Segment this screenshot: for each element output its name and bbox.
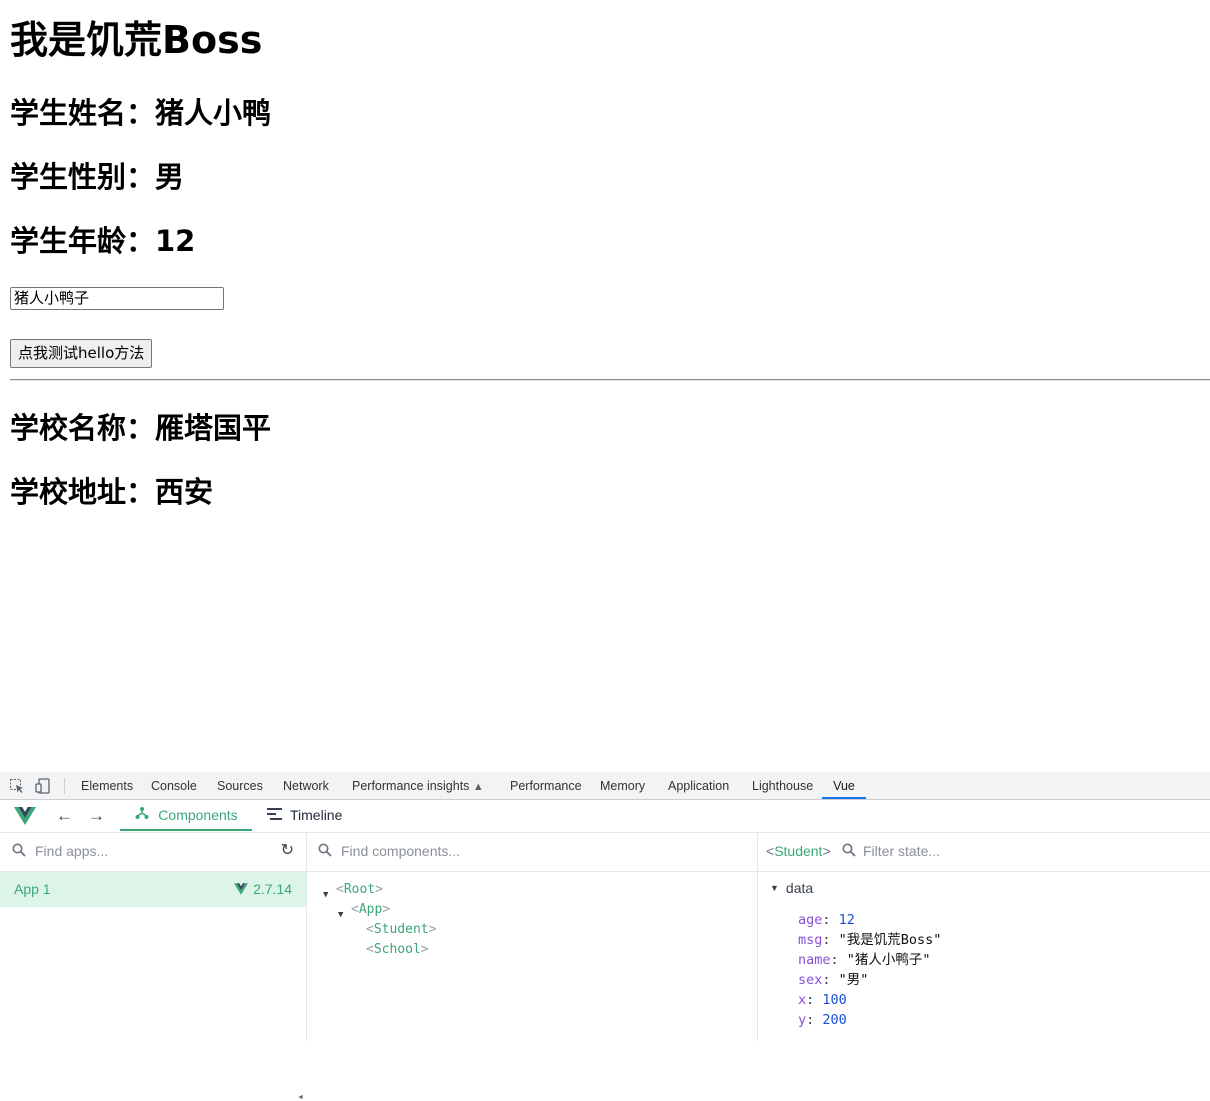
vue-toolbar: ← → Components Timeline: [0, 800, 1210, 833]
inspector-header: <Student> Filter state...: [758, 832, 1210, 872]
selected-component: <Student>: [766, 843, 831, 859]
components-search-row: Find components...: [307, 832, 757, 872]
devtools-panel: Elements Console Sources Network Perform…: [0, 772, 1210, 1101]
flask-icon: ▲: [472, 781, 484, 793]
filter-state-input[interactable]: Filter state...: [863, 842, 940, 860]
tree-node-app[interactable]: <App>: [351, 900, 390, 920]
components-search-input[interactable]: Find components...: [341, 842, 460, 860]
timeline-icon: [266, 800, 282, 831]
refresh-icon[interactable]: ↻: [281, 842, 294, 860]
selected-component-label: Student: [774, 843, 823, 859]
state-row[interactable]: y: 200: [798, 1010, 847, 1030]
tab-elements[interactable]: Elements: [81, 772, 133, 799]
tab-performance-insights-label: Performance insights: [352, 779, 470, 793]
search-icon: [318, 843, 332, 857]
apps-pane: Find apps... ↻ App 1 2.7.14 ◄: [0, 832, 307, 1101]
data-section-label: data: [785, 880, 814, 896]
student-name: 学生姓名：猪人小鸭: [10, 96, 272, 130]
student-sex: 学生性别：男: [10, 160, 185, 194]
collapse-caret-icon: ▼: [770, 883, 779, 893]
back-arrow-icon[interactable]: ←: [56, 806, 73, 826]
tab-timeline[interactable]: Timeline: [266, 800, 342, 831]
tree-node-label: App: [358, 902, 383, 917]
tab-performance[interactable]: Performance: [510, 772, 582, 799]
inspect-element-icon[interactable]: [9, 778, 25, 794]
tree-node-student[interactable]: <Student>: [366, 920, 436, 940]
state-row[interactable]: age: 12: [798, 910, 855, 930]
name-input[interactable]: [10, 287, 224, 310]
app-version-label: 2.7.14: [253, 881, 292, 897]
divider: [10, 379, 1210, 381]
tree-node-label: School: [373, 942, 421, 957]
tab-vue[interactable]: Vue: [822, 772, 866, 799]
expand-caret-icon[interactable]: ▼: [323, 885, 328, 905]
components-pane: Find components... ▼ <Root> ▼ <App> <Stu…: [307, 832, 758, 1041]
state-value: "猪人小鸭子": [846, 952, 931, 968]
expand-caret-icon[interactable]: ▼: [338, 905, 343, 925]
state-value: "男": [838, 972, 869, 988]
tab-performance-insights[interactable]: Performance insights ▲: [352, 772, 484, 799]
state-value: 100: [822, 992, 847, 1008]
components-icon: [134, 800, 150, 831]
hello-button[interactable]: 点我测试hello方法: [10, 339, 153, 368]
tab-components[interactable]: Components: [120, 800, 252, 831]
tab-components-label: Components: [158, 807, 238, 823]
tab-memory[interactable]: Memory: [600, 772, 645, 799]
state-value: 200: [822, 1012, 847, 1028]
tree-node-root[interactable]: <Root>: [336, 880, 383, 900]
tree-node-label: Student: [373, 922, 429, 937]
app-name: App 1: [14, 881, 51, 897]
state-key: age: [798, 912, 823, 928]
state-key: sex: [798, 972, 823, 988]
state-row[interactable]: x: 100: [798, 990, 847, 1010]
student-age: 学生年龄：12: [10, 224, 196, 258]
inspector-pane: <Student> Filter state... ▼ data age: 12 …: [758, 832, 1210, 1041]
state-row[interactable]: name: "猪人小鸭子": [798, 950, 931, 970]
tab-console[interactable]: Console: [151, 772, 197, 799]
vue-version-icon: [234, 883, 249, 895]
state-row[interactable]: sex: "男": [798, 970, 868, 990]
tab-sources[interactable]: Sources: [217, 772, 263, 799]
state-key: msg: [798, 932, 823, 948]
tab-application[interactable]: Application: [668, 772, 729, 799]
school-address: 学校地址：西安: [10, 475, 214, 509]
apps-search-row: Find apps... ↻: [0, 832, 306, 872]
search-icon: [12, 843, 26, 857]
device-toolbar-icon[interactable]: [35, 778, 51, 794]
state-value: 12: [838, 912, 855, 928]
toolbar-separator: [64, 778, 65, 794]
state-key: x: [798, 992, 807, 1008]
state-value: "我是饥荒Boss": [838, 932, 942, 948]
forward-arrow-icon[interactable]: →: [88, 806, 105, 826]
resize-handle-icon[interactable]: ◄: [297, 1094, 305, 1101]
tab-network[interactable]: Network: [283, 772, 329, 799]
app-version: 2.7.14: [234, 881, 292, 897]
app-list-item[interactable]: App 1 2.7.14: [0, 872, 306, 907]
state-row[interactable]: msg: "我是饥荒Boss": [798, 930, 941, 950]
rendered-page: 我是饥荒Boss 学生姓名：猪人小鸭 学生性别：男 学生年龄：12 点我测试he…: [0, 0, 1210, 772]
tab-lighthouse[interactable]: Lighthouse: [752, 772, 813, 799]
state-key: y: [798, 1012, 807, 1028]
apps-search-input[interactable]: Find apps...: [35, 842, 108, 860]
tree-node-school[interactable]: <School>: [366, 940, 429, 960]
page-heading: 我是饥荒Boss: [10, 18, 263, 62]
school-name: 学校名称：雁塔国平: [10, 411, 272, 445]
data-section-header[interactable]: ▼ data: [770, 880, 813, 896]
devtools-tabbar: Elements Console Sources Network Perform…: [0, 772, 1210, 800]
tree-node-label: Root: [343, 882, 376, 897]
vue-logo-icon: [14, 807, 36, 825]
filter-icon: [842, 843, 856, 857]
tab-timeline-label: Timeline: [290, 807, 343, 823]
state-key: name: [798, 952, 831, 968]
